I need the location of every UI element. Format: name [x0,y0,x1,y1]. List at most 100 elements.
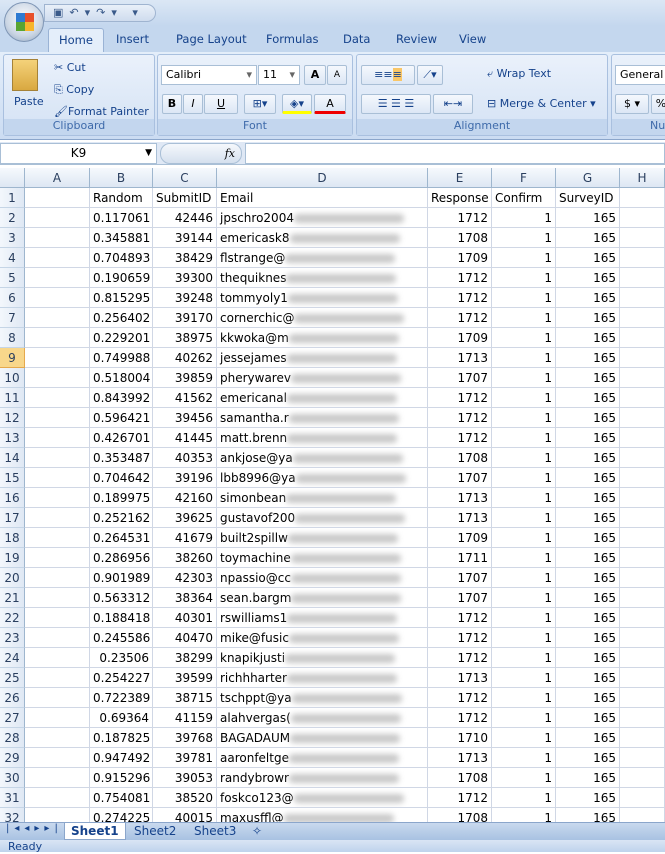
cell-e14[interactable]: 1708 [428,448,492,468]
cell-c21[interactable]: 38364 [153,588,217,608]
row-header[interactable]: 19 [0,548,25,568]
cell-e2[interactable]: 1712 [428,208,492,228]
row-header[interactable]: 26 [0,688,25,708]
cell-c15[interactable]: 39196 [153,468,217,488]
row-header[interactable]: 6 [0,288,25,308]
cell-d13[interactable]: matt.brenn [217,428,428,448]
cell-f6[interactable]: 1 [492,288,556,308]
cell-c13[interactable]: 41445 [153,428,217,448]
grow-font-button[interactable]: A [304,65,326,85]
cell-a3[interactable] [25,228,90,248]
cell-b9[interactable]: 0.749988 [90,348,153,368]
cell-f8[interactable]: 1 [492,328,556,348]
cell-a17[interactable] [25,508,90,528]
cell-c11[interactable]: 41562 [153,388,217,408]
cell-b10[interactable]: 0.518004 [90,368,153,388]
cell-g21[interactable]: 165 [556,588,620,608]
horizontal-align-buttons[interactable]: ☰ ☰ ☰ [361,94,431,114]
cell-f19[interactable]: 1 [492,548,556,568]
cell-e28[interactable]: 1710 [428,728,492,748]
column-header-h[interactable]: H [620,168,665,188]
cell-f23[interactable]: 1 [492,628,556,648]
cell-g30[interactable]: 165 [556,768,620,788]
cell-b2[interactable]: 0.117061 [90,208,153,228]
cell-f24[interactable]: 1 [492,648,556,668]
cell-c19[interactable]: 38260 [153,548,217,568]
cell-a26[interactable] [25,688,90,708]
cell-d25[interactable]: richhharter [217,668,428,688]
insert-function-button[interactable]: fx [160,143,242,164]
cell-g5[interactable]: 165 [556,268,620,288]
cell-d31[interactable]: foskco123@ [217,788,428,808]
cell-d29[interactable]: aaronfeltge [217,748,428,768]
cell-c24[interactable]: 38299 [153,648,217,668]
cell-f13[interactable]: 1 [492,428,556,448]
cell-c28[interactable]: 39768 [153,728,217,748]
column-header-f[interactable]: F [492,168,556,188]
row-header[interactable]: 11 [0,388,25,408]
cell-b15[interactable]: 0.704642 [90,468,153,488]
cell-e22[interactable]: 1712 [428,608,492,628]
cell-e12[interactable]: 1712 [428,408,492,428]
cell-c31[interactable]: 38520 [153,788,217,808]
cell-h15[interactable] [620,468,665,488]
cell-d20[interactable]: npassio@cc [217,568,428,588]
cell-d7[interactable]: cornerchic@ [217,308,428,328]
tab-page-layout[interactable]: Page Layout [176,32,247,46]
cell-g4[interactable]: 165 [556,248,620,268]
cell-b16[interactable]: 0.189975 [90,488,153,508]
cell-f9[interactable]: 1 [492,348,556,368]
cell-h29[interactable] [620,748,665,768]
cell-c3[interactable]: 39144 [153,228,217,248]
cell-h12[interactable] [620,408,665,428]
cell-d21[interactable]: sean.bargm [217,588,428,608]
cell-h5[interactable] [620,268,665,288]
cell-c8[interactable]: 38975 [153,328,217,348]
font-size-select[interactable]: 11 ▾ [258,65,300,85]
cell-g25[interactable]: 165 [556,668,620,688]
tab-data[interactable]: Data [343,32,370,46]
cell-h7[interactable] [620,308,665,328]
row-header[interactable]: 30 [0,768,25,788]
cell-e19[interactable]: 1711 [428,548,492,568]
cell-d30[interactable]: randybrowr [217,768,428,788]
cell-f16[interactable]: 1 [492,488,556,508]
cell-g9[interactable]: 165 [556,348,620,368]
tab-insert[interactable]: Insert [116,32,149,46]
cell-d12[interactable]: samantha.r [217,408,428,428]
row-header[interactable]: 8 [0,328,25,348]
cell-f28[interactable]: 1 [492,728,556,748]
row-header[interactable]: 31 [0,788,25,808]
column-header-e[interactable]: E [428,168,492,188]
cell-g28[interactable]: 165 [556,728,620,748]
cell-f1[interactable]: Confirm [492,188,556,208]
cell-c6[interactable]: 39248 [153,288,217,308]
cell-b22[interactable]: 0.188418 [90,608,153,628]
cell-c1[interactable]: SubmitID [153,188,217,208]
bold-button[interactable]: B [162,94,182,114]
cell-c7[interactable]: 39170 [153,308,217,328]
cell-h24[interactable] [620,648,665,668]
cell-b20[interactable]: 0.901989 [90,568,153,588]
cell-f21[interactable]: 1 [492,588,556,608]
cell-b29[interactable]: 0.947492 [90,748,153,768]
cell-h9[interactable] [620,348,665,368]
cell-c2[interactable]: 42446 [153,208,217,228]
cell-f11[interactable]: 1 [492,388,556,408]
cell-e18[interactable]: 1709 [428,528,492,548]
row-header[interactable]: 23 [0,628,25,648]
cell-b21[interactable]: 0.563312 [90,588,153,608]
cell-e21[interactable]: 1707 [428,588,492,608]
cell-e29[interactable]: 1713 [428,748,492,768]
cell-c23[interactable]: 40470 [153,628,217,648]
cell-f30[interactable]: 1 [492,768,556,788]
cell-e20[interactable]: 1707 [428,568,492,588]
cell-b30[interactable]: 0.915296 [90,768,153,788]
cell-h25[interactable] [620,668,665,688]
cell-h2[interactable] [620,208,665,228]
cell-h19[interactable] [620,548,665,568]
cell-g27[interactable]: 165 [556,708,620,728]
cell-h31[interactable] [620,788,665,808]
cell-a18[interactable] [25,528,90,548]
cell-g11[interactable]: 165 [556,388,620,408]
